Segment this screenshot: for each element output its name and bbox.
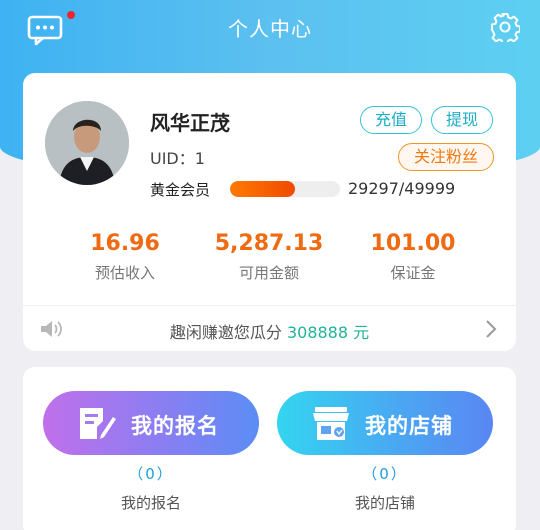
signup-count: （0） [128, 465, 174, 483]
stat-estimated-income[interactable]: 16.96 预估收入 [45, 231, 205, 283]
shop-caption: 我的店铺 [354, 494, 415, 512]
stat-deposit[interactable]: 101.00 保证金 [333, 231, 493, 283]
my-shop-button[interactable]: 我的店铺 [277, 391, 493, 455]
recharge-button[interactable]: 充值 [360, 106, 422, 134]
notice-text: 趣闲赚邀您瓜分 308888 元 [23, 319, 516, 343]
member-level: 黄金会员 [150, 181, 211, 199]
profile-card: 风华正茂 UID：1 黄金会员 29297/49999 充值 提现 关注粉丝 1… [23, 73, 516, 351]
shop-summary: （0） 我的店铺 [277, 463, 493, 513]
notice-message: 趣闲赚邀您瓜分 [169, 323, 287, 342]
notice-bar[interactable]: 趣闲赚邀您瓜分 308888 元 [23, 305, 516, 351]
action-label: 我的报名 [131, 414, 219, 438]
actions-card: 我的报名 （0） 我的报名 我的店铺 （0） 我的店铺 [23, 367, 516, 530]
user-name: 风华正茂 [150, 111, 230, 135]
stats-row: 16.96 预估收入 5,287.13 可用金额 101.00 保证金 [23, 231, 516, 291]
stat-value: 16.96 [90, 231, 160, 256]
stat-label: 可用金额 [238, 264, 299, 282]
user-id: UID：1 [150, 149, 205, 168]
notice-amount: 308888 元 [286, 323, 370, 342]
stat-value: 101.00 [370, 231, 456, 256]
stat-value: 5,287.13 [214, 231, 324, 256]
stat-label: 预估收入 [94, 264, 155, 282]
top-bar: 个人中心 [0, 0, 540, 56]
stat-available-amount[interactable]: 5,287.13 可用金额 [189, 231, 349, 283]
store-icon [313, 407, 349, 440]
edit-form-icon [80, 408, 116, 439]
follow-fans-button[interactable]: 关注粉丝 [398, 143, 494, 171]
gear-icon[interactable] [490, 12, 520, 42]
withdraw-button[interactable]: 提现 [431, 106, 493, 134]
action-label: 我的店铺 [365, 414, 453, 438]
level-progress-bar [230, 181, 340, 197]
signup-caption: 我的报名 [120, 494, 181, 512]
level-progress-fill [230, 181, 296, 197]
shop-count: （0） [362, 465, 408, 483]
signup-summary: （0） 我的报名 [43, 463, 259, 513]
my-signup-button[interactable]: 我的报名 [43, 391, 259, 455]
chevron-right-icon[interactable] [484, 319, 498, 339]
level-progress-text: 29297/49999 [348, 179, 456, 198]
page-title: 个人中心 [228, 17, 312, 41]
avatar[interactable] [45, 101, 129, 185]
stat-label: 保证金 [390, 264, 436, 282]
